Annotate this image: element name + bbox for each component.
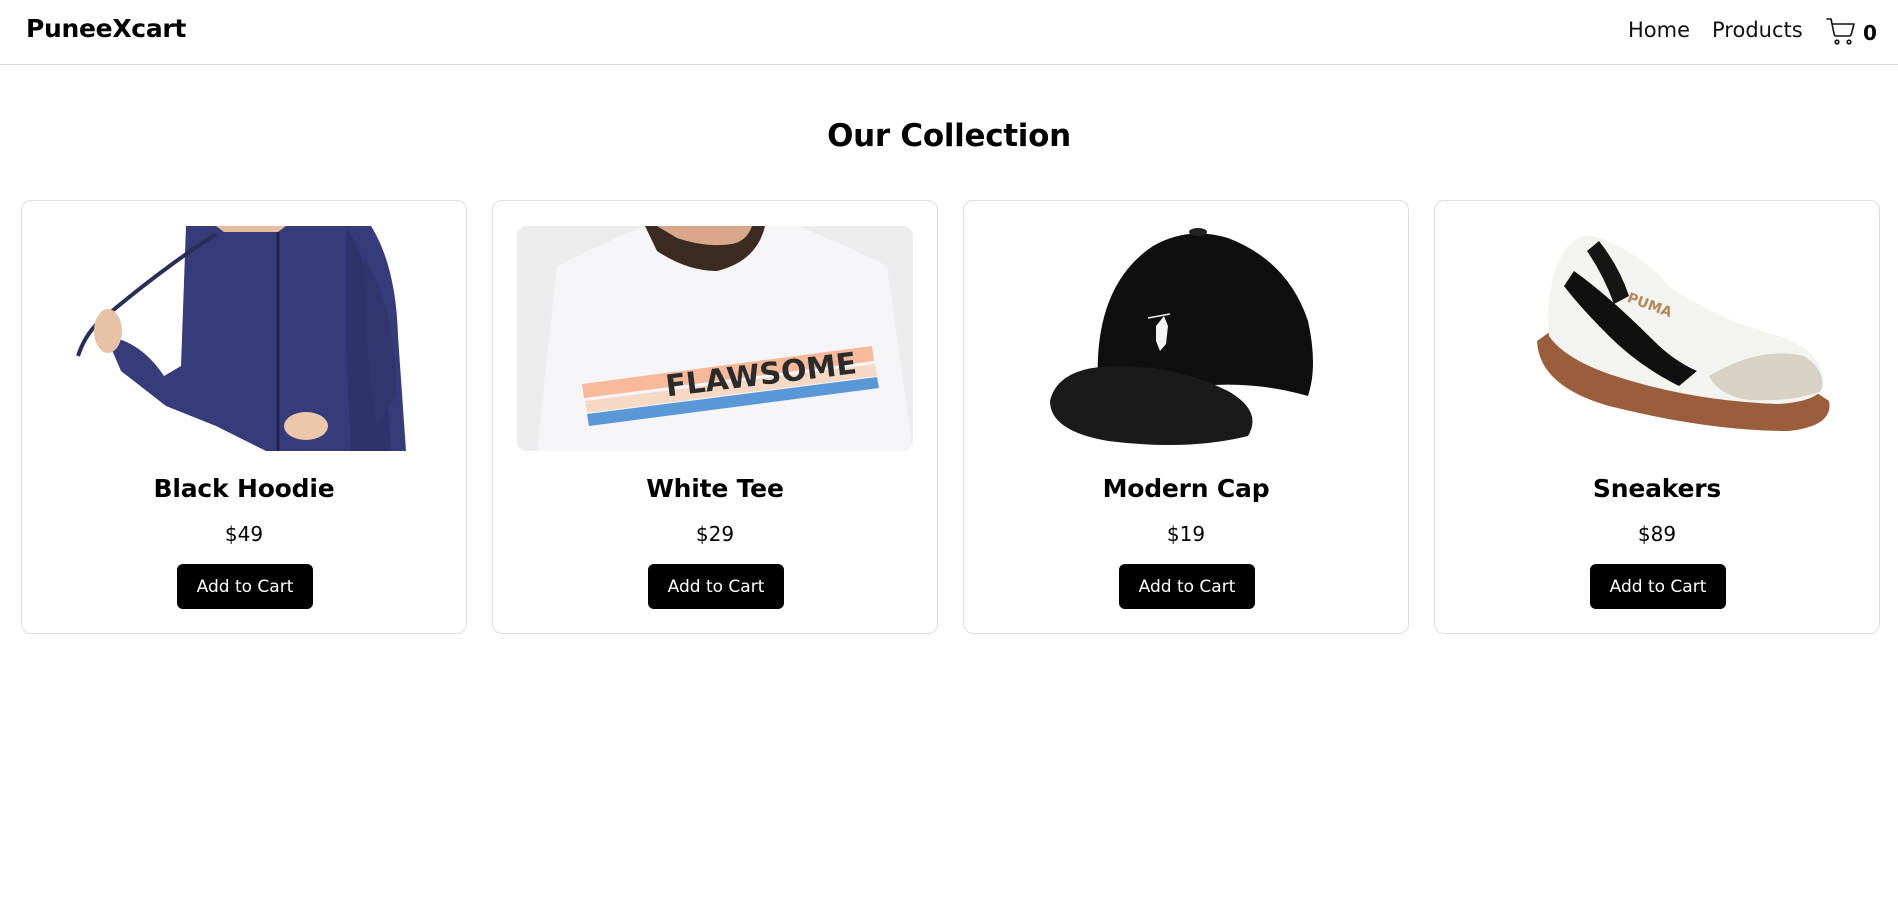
product-name: Black Hoodie [153, 474, 335, 503]
product-price: $49 [224, 522, 264, 546]
product-name: Sneakers [1592, 474, 1722, 503]
cart-icon [1825, 15, 1857, 51]
product-image-cap [988, 226, 1384, 451]
add-to-cart-button[interactable]: Add to Cart [1119, 564, 1255, 609]
product-price: $89 [1637, 522, 1677, 546]
cart-count: 0 [1863, 21, 1877, 45]
navbar: PuneeXcart Home Products 0 [0, 0, 1898, 65]
product-image-tshirt: FLAWSOME [517, 226, 913, 451]
product-card: Black Hoodie $49 Add to Cart [21, 200, 467, 634]
product-name: Modern Cap [1102, 474, 1270, 503]
product-price: $19 [1166, 522, 1206, 546]
product-image-hoodie [46, 226, 442, 451]
product-price: $29 [695, 522, 735, 546]
cart-button[interactable]: 0 [1825, 15, 1877, 51]
nav-link-home[interactable]: Home [1628, 18, 1690, 42]
add-to-cart-button[interactable]: Add to Cart [177, 564, 313, 609]
add-to-cart-button[interactable]: Add to Cart [648, 564, 784, 609]
nav-link-products[interactable]: Products [1712, 18, 1803, 42]
product-card: PUMA Sneakers $89 Add to Cart [1434, 200, 1880, 634]
product-card: Modern Cap $19 Add to Cart [963, 200, 1409, 634]
product-image-sneaker: PUMA [1459, 226, 1855, 451]
page-title: Our Collection [827, 118, 1071, 154]
product-card: FLAWSOME White Tee $29 Add to Cart [492, 200, 938, 634]
brand-logo[interactable]: PuneeXcart [26, 14, 186, 43]
add-to-cart-button[interactable]: Add to Cart [1590, 564, 1726, 609]
product-name: White Tee [646, 474, 784, 503]
